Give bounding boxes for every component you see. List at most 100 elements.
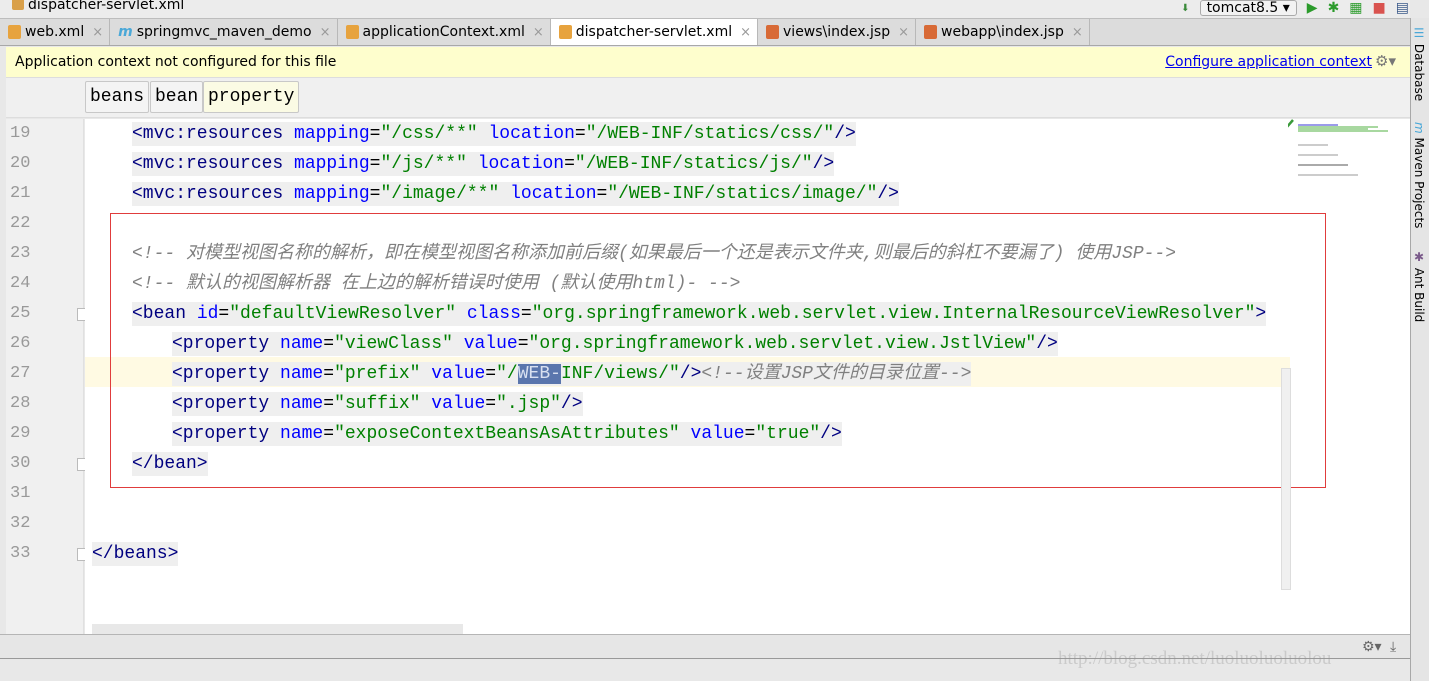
tab-label: applicationContext.xml bbox=[362, 24, 525, 40]
breadcrumb-bean[interactable]: bean bbox=[150, 81, 204, 113]
code-line: <mvc:resources mapping="/css/**" locatio… bbox=[132, 119, 856, 149]
hide-panel-icon[interactable]: ⤓ bbox=[1390, 639, 1396, 655]
tab-label: Ant Build bbox=[1412, 267, 1426, 323]
minimap-line bbox=[1298, 128, 1368, 130]
close-icon[interactable]: × bbox=[1072, 25, 1083, 40]
code-content: <mvc:resources mapping="/css/**" locatio… bbox=[132, 122, 856, 146]
xml-value: "/WEB-INF/statics/js/" bbox=[574, 154, 813, 174]
line-number: 20 bbox=[10, 154, 31, 173]
ant-build-panel-tab[interactable]: ✱ Ant Build bbox=[1412, 250, 1426, 322]
gear-icon[interactable]: ⚙▾ bbox=[1375, 52, 1396, 70]
banner-message: Application context not configured for t… bbox=[15, 54, 337, 70]
stop-icon[interactable]: ■ bbox=[1373, 0, 1386, 16]
tab-label: dispatcher-servlet.xml bbox=[575, 24, 733, 40]
tab-springmvc-maven-demo[interactable]: m springmvc_maven_demo × bbox=[110, 19, 338, 45]
jsp-file-icon bbox=[924, 25, 937, 39]
line-number: 21 bbox=[10, 184, 31, 203]
line-number: 32 bbox=[10, 514, 31, 533]
xml-attribute: location bbox=[477, 154, 565, 174]
annotation-box bbox=[110, 213, 1326, 488]
punctuation: = bbox=[564, 154, 575, 174]
xml-tag: /> bbox=[834, 124, 856, 144]
line-number: 30 bbox=[10, 454, 31, 473]
breadcrumb-property[interactable]: property bbox=[203, 81, 300, 113]
tab-label: Database bbox=[1412, 43, 1426, 102]
xml-tag: /> bbox=[812, 154, 835, 174]
code-minimap bbox=[1288, 119, 1388, 176]
code-content: <mvc:resources mapping="/js/**" location… bbox=[132, 152, 835, 176]
maven-panel-tab[interactable]: m Maven Projects bbox=[1412, 122, 1426, 228]
project-structure-icon[interactable]: ▤ bbox=[1396, 0, 1409, 16]
gear-icon[interactable]: ⚙▾ bbox=[1362, 639, 1382, 655]
xml-value: "/image/**" bbox=[380, 184, 511, 204]
tab-label: web.xml bbox=[25, 24, 85, 40]
minimap-line bbox=[1298, 124, 1338, 126]
punctuation: = bbox=[369, 184, 381, 204]
run-toolbar: ⬇ tomcat8.5 ▾ ▶ ✱ ▦ ■ ▤ bbox=[1181, 0, 1409, 16]
tab-label: views\index.jsp bbox=[783, 24, 891, 40]
build-icon[interactable]: ⬇ bbox=[1181, 3, 1189, 14]
debug-icon[interactable]: ✱ bbox=[1328, 0, 1340, 16]
xml-attribute: location bbox=[510, 184, 597, 204]
breadcrumb-beans[interactable]: beans bbox=[85, 81, 150, 113]
close-icon[interactable]: × bbox=[898, 25, 909, 40]
database-panel-tab[interactable]: ☰ Database bbox=[1412, 26, 1426, 101]
minimap-line bbox=[1298, 130, 1388, 132]
close-icon[interactable]: × bbox=[92, 25, 103, 40]
watermark: http://blog.csdn.net/luoluoluoluolou bbox=[1058, 648, 1332, 669]
code-line: <mvc:resources mapping="/js/**" location… bbox=[132, 149, 835, 179]
xml-tag: <mvc:resources bbox=[132, 184, 295, 204]
editor-tabs: web.xml × m springmvc_maven_demo × applicatio… bbox=[0, 18, 1410, 46]
xml-attribute: mapping bbox=[294, 124, 370, 144]
run-config-select[interactable]: tomcat8.5 ▾ bbox=[1199, 0, 1297, 16]
close-icon[interactable]: × bbox=[740, 25, 751, 40]
line-number: 22 bbox=[10, 214, 31, 233]
punctuation: = bbox=[574, 124, 586, 144]
run-config-label: tomcat8.5 bbox=[1206, 0, 1279, 16]
tab-webapp-index-jsp[interactable]: webapp\index.jsp × bbox=[916, 19, 1090, 45]
code-content: </beans> bbox=[92, 542, 179, 566]
line-number: 29 bbox=[10, 424, 31, 443]
nav-crumb-file[interactable]: dispatcher-servlet.xml bbox=[12, 0, 184, 13]
punctuation: = bbox=[596, 184, 608, 204]
line-number: 24 bbox=[10, 274, 31, 293]
xml-attribute: mapping bbox=[294, 184, 370, 204]
minimap-line bbox=[1298, 164, 1348, 166]
right-tool-strip: ☰ Database m Maven Projects ✱ Ant Build bbox=[1410, 18, 1429, 681]
minimap-line bbox=[1298, 174, 1358, 176]
line-number-gutter: 19 20 21 22 23 24 25 26 27 28 29 30 31 32 33 bbox=[6, 119, 90, 634]
coverage-icon[interactable]: ▦ bbox=[1349, 0, 1362, 16]
minimap-line bbox=[1298, 154, 1338, 156]
tab-label: Maven Projects bbox=[1412, 137, 1426, 229]
punctuation: = bbox=[369, 124, 381, 144]
horizontal-scrollbar[interactable] bbox=[92, 624, 463, 634]
line-number: 27 bbox=[10, 364, 31, 383]
code-content: <mvc:resources mapping="/image/**" locat… bbox=[132, 182, 899, 206]
tab-label: springmvc_maven_demo bbox=[136, 24, 312, 40]
xml-value: "/js/**" bbox=[380, 154, 478, 174]
xml-attribute: mapping bbox=[294, 154, 370, 174]
line-number: 33 bbox=[10, 544, 31, 563]
close-icon[interactable]: × bbox=[533, 25, 544, 40]
tab-web-xml[interactable]: web.xml × bbox=[0, 19, 111, 45]
tab-dispatcher-servlet-xml[interactable]: dispatcher-servlet.xml × bbox=[550, 19, 759, 45]
xml-tag: /> bbox=[877, 184, 899, 204]
close-icon[interactable]: × bbox=[320, 25, 331, 40]
tab-views-index-jsp[interactable]: views\index.jsp × bbox=[758, 19, 916, 45]
spring-xml-icon bbox=[345, 25, 359, 39]
line-number: 26 bbox=[10, 334, 31, 353]
configure-context-link[interactable]: Configure application context bbox=[1165, 54, 1372, 70]
minimap-line bbox=[1298, 126, 1378, 128]
jsp-file-icon bbox=[766, 25, 780, 39]
tab-applicationcontext-xml[interactable]: applicationContext.xml × bbox=[338, 19, 551, 45]
line-number: 28 bbox=[10, 394, 31, 413]
line-number: 25 bbox=[10, 304, 31, 323]
xml-value: "/css/**" bbox=[380, 124, 489, 144]
no-errors-icon bbox=[1288, 119, 1294, 128]
vertical-scrollbar[interactable] bbox=[1281, 368, 1291, 590]
xml-tag: <mvc:resources bbox=[132, 124, 295, 144]
spring-xml-icon bbox=[558, 25, 572, 39]
run-icon[interactable]: ▶ bbox=[1307, 0, 1318, 16]
line-number: 19 bbox=[10, 124, 31, 143]
xml-attribute: location bbox=[488, 124, 575, 144]
